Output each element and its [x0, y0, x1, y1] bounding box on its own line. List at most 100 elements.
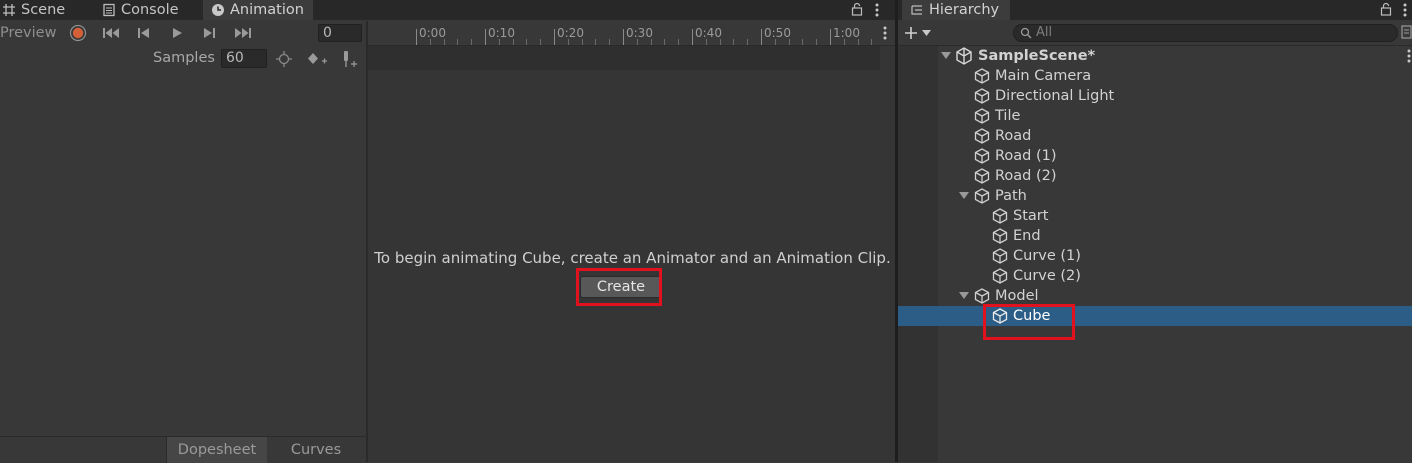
ruler-minor-tick	[747, 39, 748, 45]
ruler-marks: 0:00 0:10 0:20 0:30 0:40 0:50 1:00	[368, 21, 883, 45]
hierarchy-tree: SampleScene* Main Camera Directional Lig…	[898, 46, 1412, 462]
tree-item-road-1[interactable]: Road (1)	[898, 146, 1412, 166]
tree-item-model[interactable]: Model	[898, 286, 1412, 306]
tree-item-label: Directional Light	[995, 88, 1115, 104]
tab-dopesheet[interactable]: Dopesheet	[166, 437, 267, 463]
tree-item-road[interactable]: Road	[898, 126, 1412, 146]
foldout-arrow-icon[interactable]	[959, 292, 969, 299]
play-button[interactable]	[166, 24, 188, 42]
tree-item-curve-1[interactable]: Curve (1)	[898, 246, 1412, 266]
tree-item-cube[interactable]: Cube	[898, 306, 1412, 326]
tab-hierarchy[interactable]: Hierarchy	[902, 0, 1010, 20]
create-dropdown-button[interactable]	[904, 24, 940, 42]
ruler-major-tick	[485, 29, 486, 45]
gameobject-cube-icon	[991, 247, 1009, 265]
gameobject-cube-icon	[991, 227, 1009, 245]
tab-animation[interactable]: Animation	[203, 0, 313, 20]
ruler-minor-tick	[871, 39, 872, 45]
ruler-minor-tick	[858, 39, 859, 45]
ruler-minor-tick	[678, 39, 679, 45]
tab-scene-label: Scene	[21, 2, 66, 18]
tree-item-label: Curve (2)	[1013, 268, 1081, 284]
view-mode-tabs: Dopesheet Curves	[0, 436, 366, 463]
hierarchy-menu-icon[interactable]	[1402, 2, 1408, 18]
previous-key-button[interactable]	[133, 24, 155, 42]
play-icon	[171, 27, 183, 39]
crosshair-icon[interactable]	[276, 51, 292, 67]
tree-item-end[interactable]: End	[898, 226, 1412, 246]
last-key-button[interactable]	[230, 24, 254, 42]
tab-scene[interactable]: Scene	[0, 0, 102, 20]
ruler-tick-label: 0:00	[419, 26, 446, 40]
empty-state-message: To begin animating Cube, create an Anima…	[374, 249, 891, 267]
ruler-major-tick	[830, 29, 831, 45]
hierarchy-search-field[interactable]: All	[1013, 24, 1398, 42]
step-forward-icon	[202, 27, 216, 39]
ruler-major-tick	[416, 29, 417, 45]
events-track[interactable]	[368, 46, 880, 70]
ruler-minor-tick	[526, 39, 527, 45]
gameobject-cube-icon	[991, 307, 1009, 325]
tree-item-directional-light[interactable]: Directional Light	[898, 86, 1412, 106]
ruler-minor-tick	[637, 39, 638, 45]
ruler-minor-tick	[513, 39, 514, 45]
gameobject-cube-icon	[973, 107, 991, 125]
property-list-panel	[0, 72, 366, 436]
scene-menu-icon[interactable]	[1406, 48, 1412, 64]
tree-item-tile[interactable]: Tile	[898, 106, 1412, 126]
hierarchy-list-icon	[910, 3, 924, 17]
gameobject-cube-icon	[973, 67, 991, 85]
clock-icon	[211, 3, 225, 17]
samples-field[interactable]: 60	[221, 49, 267, 68]
hierarchy-lock-icon[interactable]	[1380, 2, 1392, 16]
ruler-minor-tick	[609, 39, 610, 45]
tree-item-road-2[interactable]: Road (2)	[898, 166, 1412, 186]
foldout-arrow-icon[interactable]	[941, 52, 951, 59]
tree-item-label: Road (2)	[995, 168, 1057, 184]
foldout-arrow-icon[interactable]	[959, 192, 969, 199]
search-filter-icon[interactable]	[1401, 25, 1412, 39]
ruler-minor-tick	[789, 39, 790, 45]
add-event-icon[interactable]	[340, 50, 360, 68]
ruler-minor-tick	[651, 39, 652, 45]
tab-curves[interactable]: Curves	[266, 437, 366, 463]
frame-field[interactable]: 0	[318, 24, 362, 42]
console-icon	[102, 3, 116, 17]
gameobject-cube-icon	[991, 267, 1009, 285]
more-menu-icon[interactable]	[874, 2, 880, 18]
create-animation-button[interactable]: Create	[580, 276, 662, 298]
scene-row[interactable]: SampleScene*	[898, 46, 1412, 66]
tree-item-curve-2[interactable]: Curve (2)	[898, 266, 1412, 286]
time-ruler[interactable]: 0:00 0:10 0:20 0:30 0:40 0:50 1:00	[368, 21, 897, 46]
ruler-minor-tick	[816, 39, 817, 45]
lock-icon[interactable]	[851, 2, 863, 16]
add-keyframe-icon[interactable]	[306, 51, 328, 67]
ruler-minor-tick	[802, 39, 803, 45]
clip-options-row: Samples 60	[0, 46, 366, 72]
tree-item-start[interactable]: Start	[898, 206, 1412, 226]
next-key-button[interactable]	[198, 24, 220, 42]
preview-toggle[interactable]: Preview	[0, 24, 58, 42]
tree-item-path[interactable]: Path	[898, 186, 1412, 206]
tree-item-label: Start	[1013, 208, 1049, 224]
tree-item-label: Path	[995, 188, 1027, 204]
ruler-minor-tick	[664, 39, 665, 45]
gameobject-cube-icon	[973, 127, 991, 145]
tree-item-label: End	[1013, 228, 1041, 244]
record-button[interactable]	[66, 24, 90, 42]
tree-item-main-camera[interactable]: Main Camera	[898, 66, 1412, 86]
ruler-major-tick	[692, 29, 693, 45]
ruler-minor-tick	[775, 39, 776, 45]
tab-console[interactable]: Console	[100, 0, 204, 20]
timeline-area: 0:00 0:10 0:20 0:30 0:40 0:50 1:00 To begin an…	[368, 21, 897, 462]
gameobject-cube-icon	[973, 167, 991, 185]
timeline-menu-icon[interactable]	[882, 25, 888, 41]
gameobject-cube-icon	[991, 207, 1009, 225]
gameobject-cube-icon	[973, 187, 991, 205]
search-placeholder: All	[1036, 25, 1053, 40]
plus-icon	[904, 26, 918, 40]
tree-item-label: Road	[995, 128, 1032, 144]
first-key-button[interactable]	[100, 24, 124, 42]
grid-icon	[2, 3, 16, 17]
ruler-tick-label: 0:50	[764, 26, 791, 40]
